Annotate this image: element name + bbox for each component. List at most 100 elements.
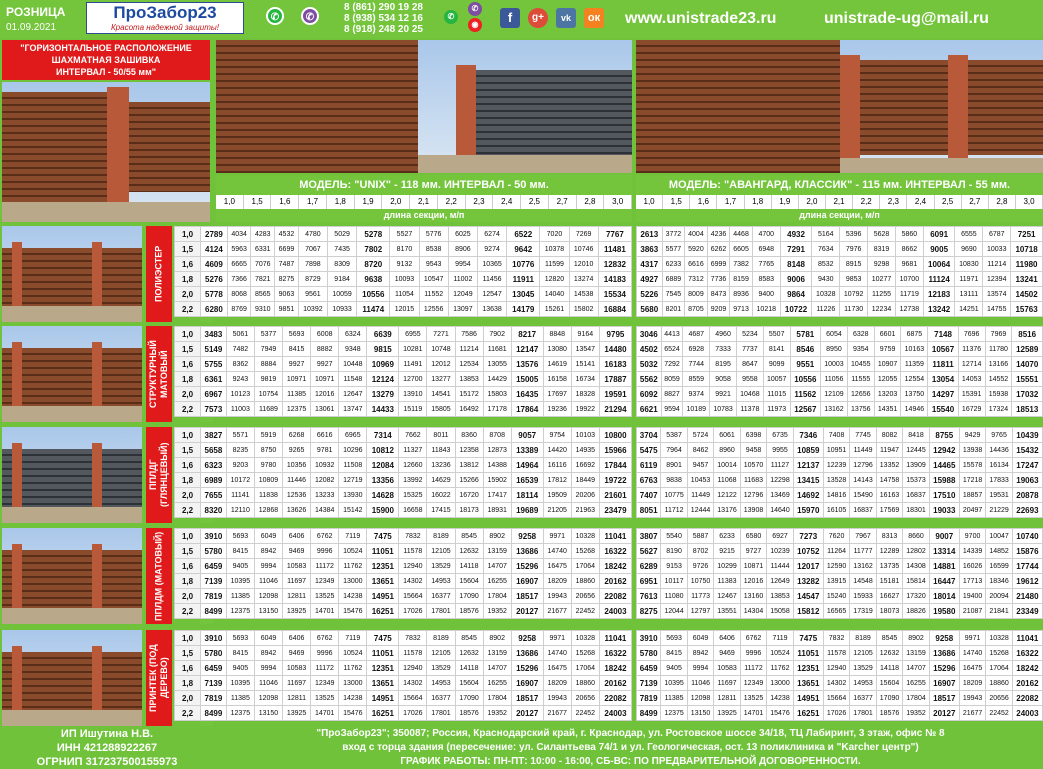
- logo-name: ПроЗабор23: [113, 3, 217, 22]
- price-cell: 7271: [426, 326, 456, 342]
- table-row: 5780 8415 8942 9469 9996 10524 11051 11578 12105…: [635, 645, 1043, 661]
- length-cell: 2,5: [935, 195, 962, 209]
- price-cell: 9458: [739, 442, 768, 458]
- price-cell: 5540: [660, 528, 688, 544]
- price-cell: 6324: [338, 326, 368, 342]
- price-cell: 13651: [792, 675, 824, 691]
- price-cell: 16435: [510, 386, 544, 402]
- table-row: 3863 5577 5920 6262 6605 6948 7291 7634 7976 8319…: [636, 241, 1043, 257]
- odnoklassniki-icon[interactable]: ок: [584, 8, 604, 28]
- vk-icon[interactable]: vk: [556, 8, 576, 28]
- price-cell: 13747: [338, 401, 368, 417]
- price-cell: 8936: [729, 286, 753, 302]
- price-cell: 15604: [875, 675, 904, 691]
- table-row: 8275 12044 12797 13551 14304 15058 15812 16565 1…: [635, 603, 1043, 619]
- telegram-icon[interactable]: ◉: [468, 18, 482, 32]
- price-cell: 15578: [958, 457, 987, 473]
- price-cell: 10239: [766, 543, 794, 559]
- address-info: "ПроЗабор23"; 350087; Россия, Краснодарс…: [218, 726, 1043, 768]
- price-cell: 6999: [706, 256, 731, 272]
- price-cell: 15938: [984, 386, 1013, 402]
- phone-3[interactable]: 8 (918) 248 20 25: [344, 24, 423, 35]
- price-cell: 11843: [426, 442, 456, 458]
- logo[interactable]: ПроЗабор23 Красота надежной защиты!: [86, 2, 244, 34]
- table-row: 2,2 8320 12110 12868 13626 14384 15142 15900 166…: [174, 502, 633, 518]
- price-cell: 13203: [873, 386, 902, 402]
- price-cell: 18014: [928, 588, 960, 604]
- table-row: 2,0 7819 11385 12098 12811 13525 14238 14951 156…: [174, 588, 633, 604]
- table-row: 5226 7545 8009 8473 8936 9400 9864 10328 10792 11…: [636, 286, 1043, 302]
- facebook-icon[interactable]: f: [500, 8, 520, 28]
- table-row: 2,2 8499 12375 13150 13925 14701 15476 16251 170…: [174, 603, 633, 619]
- price-cell: 16565: [822, 603, 851, 619]
- price-cell: 13551: [713, 603, 741, 619]
- price-cell: 9594: [660, 401, 684, 417]
- table-row: 1,6 6459 9405 9994 10583 11172 11762 12351 12940…: [174, 660, 633, 676]
- price-cell: 9681: [894, 256, 924, 272]
- price-cell: 16837: [849, 502, 877, 518]
- price-cell: 5755: [200, 356, 227, 372]
- price-cell: 9164: [570, 326, 600, 342]
- price-cell: 14740: [958, 645, 987, 661]
- google-plus-icon[interactable]: g+: [528, 8, 548, 28]
- price-cell: 14692: [792, 487, 824, 503]
- whatsapp-icon[interactable]: ✆: [266, 7, 284, 25]
- price-cell: 10718: [1010, 241, 1043, 257]
- price-cell: 14541: [426, 386, 456, 402]
- height-cell: 2,0: [174, 588, 201, 604]
- price-cell: 17319: [849, 603, 877, 619]
- website-link[interactable]: www.unistrade23.ru: [625, 10, 776, 28]
- price-cell: 13525: [739, 690, 768, 706]
- phone-1[interactable]: 8 (861) 290 19 28: [344, 2, 423, 13]
- table-row: 1,8 7139 10395 11046 11697 12349 13000 13651 143…: [174, 675, 633, 691]
- viber-icon[interactable]: ✆: [301, 7, 319, 25]
- price-cell: 6616: [684, 256, 708, 272]
- price-cell: 12016: [739, 573, 768, 589]
- price-cell: 8189: [426, 528, 456, 544]
- price-cell: 20656: [570, 588, 600, 604]
- price-cell: 13150: [686, 705, 715, 721]
- price-cell: 20497: [958, 502, 987, 518]
- table-row: 1,5 4124 5963 6331 6699 7067 7435 7802 8170 8538 8…: [174, 241, 633, 257]
- price-cell: 4532: [274, 226, 299, 242]
- price-cell: 10971: [310, 371, 340, 387]
- price-cell: 10057: [762, 371, 791, 387]
- price-cell: 11552: [418, 286, 449, 302]
- price-cell: 17026: [822, 705, 851, 721]
- price-cell: 7076: [250, 256, 276, 272]
- price-cell: 8729: [297, 271, 328, 287]
- price-cell: 21677: [542, 705, 572, 721]
- price-cell: 22082: [598, 690, 633, 706]
- price-cell: 7662: [398, 427, 428, 443]
- price-cell: 12375: [660, 705, 688, 721]
- table-row: 7613 11080 11773 12467 13160 13853 14547 15240 1…: [635, 588, 1043, 604]
- price-cell: 16627: [875, 588, 904, 604]
- price-cell: 5693: [660, 630, 688, 646]
- price-cell: 10395: [225, 675, 255, 691]
- price-cell: 14302: [398, 573, 428, 589]
- price-cell: 11973: [762, 401, 791, 417]
- price-cell: 11481: [597, 241, 633, 257]
- price-cell: 15490: [849, 487, 877, 503]
- email-link[interactable]: unistrade-ug@mail.ru: [824, 10, 989, 28]
- table-row: 1,0 3827 5571 5919 6268 6616 6965 7314 7662 8011 8…: [174, 427, 633, 443]
- price-cell: 5693: [225, 630, 255, 646]
- price-cell: 8170: [389, 241, 420, 257]
- price-cell: 19352: [482, 705, 512, 721]
- phone-2[interactable]: 8 (938) 534 12 16: [344, 13, 423, 24]
- price-cell: 3863: [636, 241, 663, 257]
- price-cell: 13233: [310, 487, 340, 503]
- length-cell: 1,0: [216, 195, 244, 209]
- price-cell: 16183: [598, 356, 633, 372]
- viber-icon[interactable]: ✆: [468, 2, 482, 16]
- price-cell: 7314: [366, 427, 400, 443]
- price-cell: 12632: [875, 645, 904, 661]
- price-cell: 7744: [682, 356, 711, 372]
- whatsapp-icon[interactable]: ✆: [444, 10, 458, 24]
- price-cell: 7969: [984, 326, 1013, 342]
- price-table: 3910 5693 6049 6406 6762 7119 7475 7832 8189 8545…: [635, 630, 1043, 721]
- price-cell: 7139: [200, 675, 227, 691]
- price-cell: 14538: [568, 286, 599, 302]
- price-cell: 9429: [958, 427, 987, 443]
- price-cell: 16475: [958, 660, 987, 676]
